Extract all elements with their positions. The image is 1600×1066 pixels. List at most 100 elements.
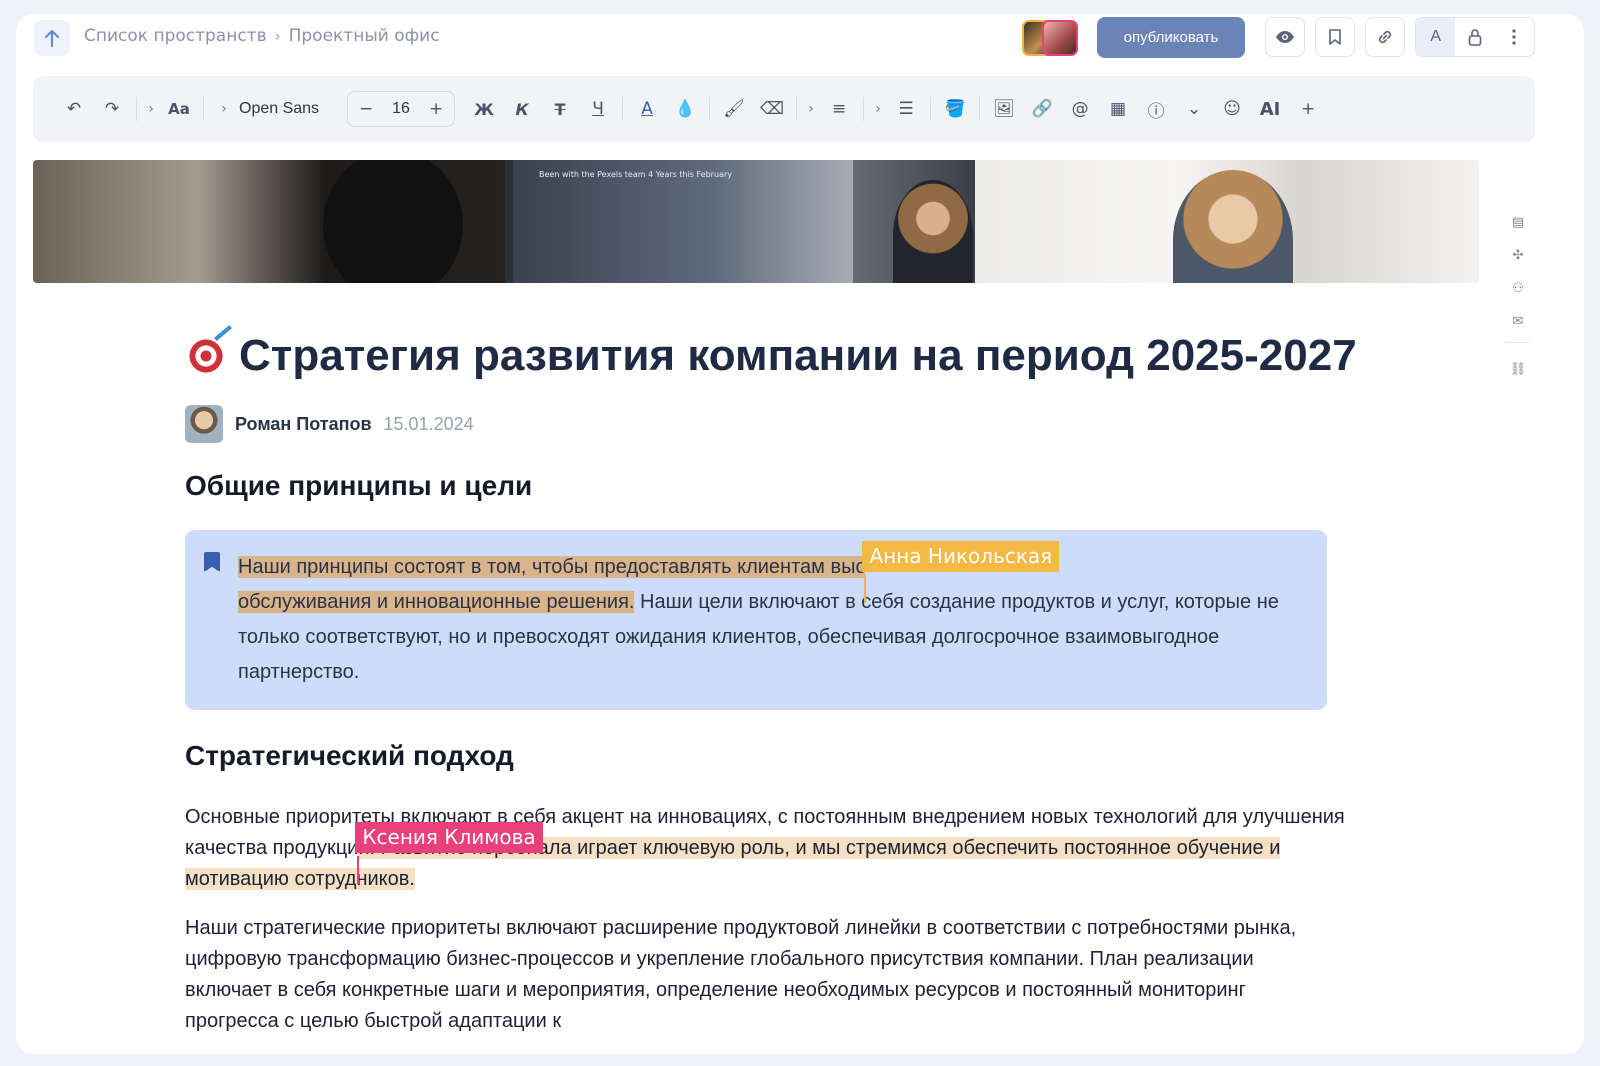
chevron-right-icon[interactable]: › <box>215 101 233 117</box>
insert-info-button[interactable]: ⓘ <box>1137 90 1175 128</box>
more-vertical-icon <box>1512 29 1516 45</box>
bookmark-icon <box>204 552 220 572</box>
at-icon: @ <box>1071 99 1089 119</box>
eraser-icon: ⌫ <box>760 99 785 119</box>
more-button[interactable] <box>1495 18 1534 56</box>
info-icon: ⓘ <box>1147 101 1165 122</box>
font-size-value[interactable]: 16 <box>378 100 424 118</box>
bold-button[interactable]: Ж <box>465 90 503 128</box>
drop-icon: 💧 <box>674 99 696 119</box>
insert-image-button[interactable]: 🖼 <box>985 90 1023 128</box>
author-name[interactable]: Роман Потапов <box>235 414 372 435</box>
breadcrumb-project-office[interactable]: Проектный офис <box>289 26 440 46</box>
insert-more-button[interactable]: + <box>1289 90 1327 128</box>
comment-icon: ✉ <box>1512 313 1524 329</box>
insert-dropdown-button[interactable]: ⌄ <box>1175 90 1213 128</box>
highlight-button[interactable]: 💧 <box>666 90 704 128</box>
bookmark-icon <box>1329 29 1341 45</box>
clear-format-button[interactable]: ⌫ <box>753 90 791 128</box>
collaborator-avatar[interactable] <box>1042 20 1078 56</box>
paint-roller-icon: 🖌 <box>723 99 745 119</box>
insert-table-button[interactable]: ▦ <box>1099 90 1137 128</box>
breadcrumb-separator-icon: › <box>274 27 281 45</box>
insert-link-button[interactable]: 🔗 <box>1023 90 1061 128</box>
toolbar-divider <box>203 97 204 121</box>
image-icon: 🖼 <box>993 99 1015 119</box>
toolbar-divider <box>863 97 865 121</box>
breadcrumb-spaces-list[interactable]: Список пространств <box>84 26 267 46</box>
redo-button[interactable]: ↷ <box>93 90 131 128</box>
app-frame: Список пространств › Проектный офис опуб… <box>16 14 1584 1054</box>
callout-block[interactable]: Наши принципы состоят в том, чтобы предо… <box>185 530 1327 710</box>
toolbar-divider <box>622 97 624 121</box>
text-color-button[interactable]: A <box>628 90 666 128</box>
document-body[interactable]: Стратегия развития компании на период 20… <box>185 314 1357 1037</box>
paragraph[interactable]: Основные приоритеты включают в себя акце… <box>185 802 1345 895</box>
mention-button[interactable]: @ <box>1061 90 1099 128</box>
lock-button[interactable] <box>1455 18 1494 56</box>
redo-icon: ↷ <box>104 99 120 119</box>
comments-button[interactable]: ✉ <box>1506 309 1530 333</box>
strikethrough-icon: Т <box>554 99 566 119</box>
link-icon: 🔗 <box>1031 99 1053 119</box>
chevron-right-icon[interactable]: › <box>142 101 160 117</box>
emoji-button[interactable]: ☺ <box>1213 90 1251 128</box>
ai-button[interactable]: AI <box>1251 90 1289 128</box>
format-painter-button[interactable]: 🖌 <box>715 90 753 128</box>
smile-icon: ☺ <box>1223 99 1241 119</box>
text-mode-icon: A <box>1430 28 1441 45</box>
links-button[interactable]: ⛓ <box>1506 357 1530 381</box>
italic-button[interactable]: К <box>503 90 541 128</box>
publish-button[interactable]: опубликовать <box>1097 17 1245 58</box>
document-date: 15.01.2024 <box>383 413 474 434</box>
link-icon <box>1378 30 1392 44</box>
text-style-button[interactable]: Aa <box>160 90 198 128</box>
paint-bucket-icon: 🪣 <box>944 99 966 119</box>
highlighted-text: обслуживания и инновационные решения. <box>238 591 635 613</box>
toolbar-divider <box>709 97 711 121</box>
templates-button[interactable]: ✣ <box>1506 243 1530 267</box>
chevron-right-icon[interactable]: › <box>869 101 887 117</box>
table-icon: ▦ <box>1110 99 1127 119</box>
toolbar-divider <box>930 97 932 121</box>
bold-icon: Ж <box>474 99 494 119</box>
strikethrough-button[interactable]: Т <box>541 90 579 128</box>
toolbar-divider <box>979 97 981 121</box>
outline-button[interactable]: ▤ <box>1506 210 1530 234</box>
avatar[interactable] <box>185 405 223 443</box>
page-title[interactable]: Стратегия развития компании на период 20… <box>185 314 1357 398</box>
cover-image-text: Been with the Pexels team 4 Years this F… <box>539 170 732 179</box>
section-heading[interactable]: Общие принципы и цели <box>185 470 1345 502</box>
text-mode-button[interactable]: A <box>1416 18 1456 56</box>
right-sidebar: ▤ ✣ ⚇ ✉ ⛓ <box>1506 210 1530 390</box>
target-icon <box>185 335 227 377</box>
increase-font-size-button[interactable]: + <box>424 99 448 119</box>
members-button[interactable]: ⚇ <box>1506 276 1530 300</box>
dropdown-icon: ⌄ <box>1186 99 1202 119</box>
navigate-up-button[interactable] <box>34 20 70 56</box>
align-button[interactable]: ≡ <box>820 90 858 128</box>
bookmark-button[interactable] <box>1315 17 1355 57</box>
copy-link-button[interactable] <box>1365 17 1405 57</box>
fill-color-button[interactable]: 🪣 <box>936 90 974 128</box>
arrow-up-icon <box>45 30 59 47</box>
toolbar-divider <box>796 97 798 121</box>
eye-icon <box>1276 31 1294 43</box>
font-size-stepper[interactable]: − 16 + <box>347 91 456 127</box>
section-heading[interactable]: Стратегический подход <box>185 740 1345 772</box>
underline-icon: Ч <box>592 99 604 119</box>
plus-icon: + <box>1300 99 1316 119</box>
document-icon: ▤ <box>1511 214 1525 230</box>
underline-button[interactable]: Ч <box>579 90 617 128</box>
cover-image[interactable]: Been with the Pexels team 4 Years this F… <box>33 160 1479 283</box>
rail-divider <box>1506 342 1530 343</box>
font-family-select[interactable]: Open Sans <box>239 100 319 118</box>
preview-button[interactable] <box>1265 17 1305 57</box>
undo-button[interactable]: ↶ <box>55 90 93 128</box>
italic-icon: К <box>515 99 529 119</box>
chevron-right-icon[interactable]: › <box>802 101 820 117</box>
undo-icon: ↶ <box>66 99 82 119</box>
paragraph[interactable]: Наши стратегические приоритеты включают … <box>185 913 1345 1037</box>
decrease-font-size-button[interactable]: − <box>354 99 378 119</box>
list-button[interactable]: ☰ <box>887 90 925 128</box>
